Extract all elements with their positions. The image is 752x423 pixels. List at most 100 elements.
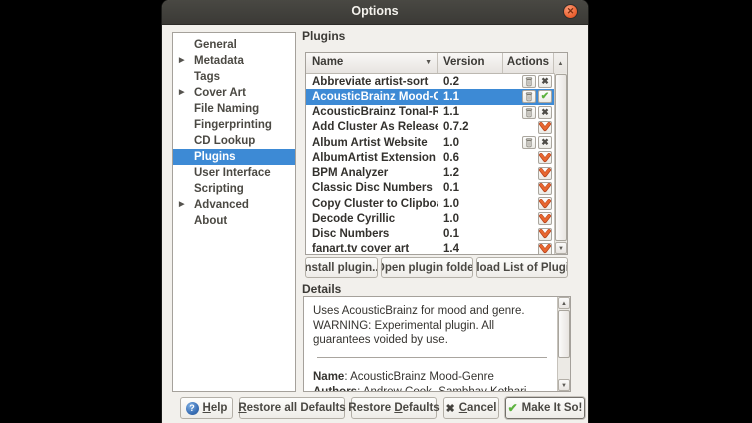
download-plugin-button[interactable]: [538, 212, 552, 225]
restore-defaults-button[interactable]: Restore Defaults: [351, 397, 437, 419]
download-plugin-button[interactable]: [538, 167, 552, 180]
plugin-row[interactable]: Album Artist Website1.0✖: [306, 135, 567, 150]
scrollbar-thumb[interactable]: [558, 310, 570, 358]
restore-all-defaults-label: Restore all Defaults: [238, 402, 345, 414]
table-scrollbar[interactable]: ▼: [554, 73, 567, 254]
plugin-actions-cell: [503, 121, 554, 134]
scroll-up-icon[interactable]: ▲: [558, 297, 570, 309]
download-plugin-button[interactable]: [538, 121, 552, 134]
sidebar-item-fingerprinting[interactable]: Fingerprinting: [173, 117, 295, 133]
make-it-so-button[interactable]: ✔ Make It So!: [505, 397, 585, 419]
plugin-name-value: : AcousticBrainz Mood-Genre: [344, 371, 494, 383]
open-plugin-folder-label: Open plugin folder: [381, 262, 473, 274]
download-icon: [539, 168, 551, 178]
plugin-name-cell: Album Artist Website: [306, 137, 438, 149]
scroll-down-icon[interactable]: ▼: [558, 379, 570, 391]
plugin-row[interactable]: Classic Disc Numbers0.1: [306, 181, 567, 196]
plugin-row[interactable]: AcousticBrainz Tonal-Rhyt...1.1✖: [306, 105, 567, 120]
window-title: Options: [162, 4, 588, 18]
plugin-actions-cell: [503, 151, 554, 164]
sidebar-item-general[interactable]: General: [173, 37, 295, 53]
uninstall-plugin-button[interactable]: [522, 136, 536, 149]
plugin-row[interactable]: Decode Cyrillic1.0: [306, 211, 567, 226]
plugin-row[interactable]: AlbumArtist Extension0.6: [306, 150, 567, 165]
column-header-actions-label: Actions: [507, 56, 549, 68]
plugin-row[interactable]: AcousticBrainz Mood-Ge...1.1✔: [306, 89, 567, 104]
reload-plugin-list-label: Reload List of Plugins: [476, 262, 568, 274]
sidebar-item-scripting[interactable]: Scripting: [173, 181, 295, 197]
plugin-actions-cell: [503, 167, 554, 180]
plugin-disabled-button[interactable]: ✖: [538, 136, 552, 149]
expander-icon[interactable]: ▶: [179, 197, 184, 213]
download-plugin-button[interactable]: [538, 197, 552, 210]
sidebar-item-user-interface[interactable]: User Interface: [173, 165, 295, 181]
sidebar-item-label: Cover Art: [194, 87, 246, 99]
download-plugin-button[interactable]: [538, 182, 552, 195]
plugin-row[interactable]: Add Cluster As Release0.7.2: [306, 120, 567, 135]
cancel-icon: ✖: [446, 402, 455, 415]
plugins-table[interactable]: Name ▼ Version Actions ▲ Abbreviate arti…: [305, 52, 568, 255]
plugin-actions-cell: [503, 197, 554, 210]
column-header-version[interactable]: Version: [438, 53, 503, 73]
download-plugin-button[interactable]: [538, 228, 552, 241]
column-header-name[interactable]: Name ▼: [306, 53, 438, 73]
plugin-name-cell: Add Cluster As Release: [306, 121, 438, 133]
scroll-down-icon[interactable]: ▼: [555, 242, 567, 254]
plugin-disabled-button[interactable]: ✖: [538, 106, 552, 119]
plugin-actions-cell: ✔: [503, 90, 554, 103]
reload-plugin-list-button[interactable]: Reload List of Plugins: [476, 257, 568, 278]
open-plugin-folder-button[interactable]: Open plugin folder: [381, 257, 473, 278]
sidebar-item-cover-art[interactable]: ▶ Cover Art: [173, 85, 295, 101]
expander-icon[interactable]: ▶: [179, 85, 184, 101]
expander-icon[interactable]: ▶: [179, 53, 184, 69]
restore-all-defaults-button[interactable]: Restore all Defaults: [239, 397, 345, 419]
plugin-enabled-button[interactable]: ✔: [538, 90, 552, 103]
sidebar-item-about[interactable]: About: [173, 213, 295, 229]
plugin-disabled-button[interactable]: ✖: [538, 75, 552, 88]
plugin-row[interactable]: Abbreviate artist-sort0.2✖: [306, 74, 567, 89]
trash-icon: [524, 137, 534, 148]
sidebar-item-tags[interactable]: Tags: [173, 69, 295, 85]
install-plugin-button[interactable]: Install plugin...: [305, 257, 378, 278]
scrollbar-thumb[interactable]: [555, 74, 567, 241]
close-icon: ✕: [567, 6, 575, 16]
x-icon: ✖: [541, 107, 549, 118]
close-button[interactable]: ✕: [563, 4, 578, 19]
scroll-up-icon[interactable]: ▲: [558, 61, 564, 67]
sidebar-item-label: Plugins: [194, 151, 236, 163]
details-scrollbar[interactable]: ▲ ▼: [557, 297, 570, 391]
sort-descending-icon: ▼: [425, 53, 432, 72]
plugin-row[interactable]: BPM Analyzer1.2: [306, 166, 567, 181]
uninstall-plugin-button[interactable]: [522, 90, 536, 103]
plugins-group-label: Plugins: [302, 29, 345, 43]
details-text: Uses AcousticBrainz for mood and genre. …: [304, 297, 557, 391]
help-button[interactable]: ? Help: [180, 397, 233, 419]
table-body: Abbreviate artist-sort0.2✖AcousticBrainz…: [306, 74, 567, 255]
help-label: Help: [203, 402, 228, 414]
plugin-row[interactable]: Disc Numbers0.1: [306, 227, 567, 242]
plugin-actions-cell: [503, 212, 554, 225]
uninstall-plugin-button[interactable]: [522, 106, 536, 119]
plugin-name-cell: AcousticBrainz Mood-Ge...: [306, 91, 438, 103]
plugin-actions-cell: ✖: [503, 106, 554, 119]
sidebar-item-cd-lookup[interactable]: CD Lookup: [173, 133, 295, 149]
sidebar-item-file-naming[interactable]: File Naming: [173, 101, 295, 117]
download-plugin-button[interactable]: [538, 151, 552, 164]
plugin-row[interactable]: Copy Cluster to Clipboard1.0: [306, 196, 567, 211]
cancel-button[interactable]: ✖ Cancel: [443, 397, 499, 419]
titlebar[interactable]: Options ✕: [162, 0, 588, 25]
uninstall-plugin-button[interactable]: [522, 75, 536, 88]
options-dialog: Options ✕ General▶MetadataTags▶Cover Art…: [162, 0, 588, 423]
plugin-row[interactable]: fanart.tv cover art1.4: [306, 242, 567, 255]
download-plugin-button[interactable]: [538, 243, 552, 255]
settings-tree[interactable]: General▶MetadataTags▶Cover ArtFile Namin…: [172, 32, 296, 392]
download-icon: [539, 183, 551, 193]
sidebar-item-plugins[interactable]: Plugins: [173, 149, 295, 165]
details-panel[interactable]: Uses AcousticBrainz for mood and genre. …: [303, 296, 571, 392]
plugin-name-line: Name: AcousticBrainz Mood-Genre: [313, 370, 551, 385]
column-header-actions[interactable]: Actions: [503, 53, 554, 73]
plugin-authors-value: : Andrew Cook, Sambhav Kothari: [357, 386, 526, 392]
sidebar-item-metadata[interactable]: ▶Metadata: [173, 53, 295, 69]
table-header: Name ▼ Version Actions ▲: [306, 53, 567, 74]
sidebar-item-advanced[interactable]: ▶Advanced: [173, 197, 295, 213]
